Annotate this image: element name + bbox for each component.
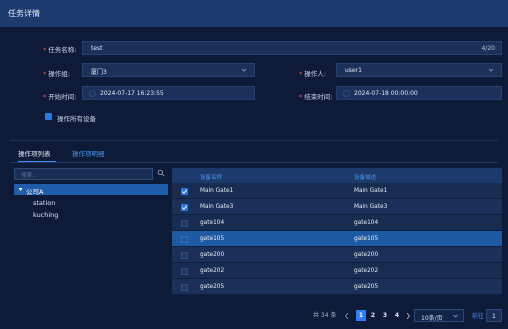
tree-node-station[interactable]: station xyxy=(33,199,55,207)
operator-label: * 操作人: xyxy=(299,70,326,78)
tab-operation-detail[interactable]: 操作项明细 xyxy=(72,148,105,158)
caret-down-icon[interactable] xyxy=(18,187,23,192)
table-row[interactable]: Main Gate1 Main Gate1 xyxy=(172,183,502,199)
goto-page-label: 前往 xyxy=(472,313,485,320)
section-divider xyxy=(10,140,498,141)
search-icon[interactable] xyxy=(157,169,165,177)
tree-node-kuching[interactable]: kuching xyxy=(33,211,58,219)
table-row[interactable]: gate105 gate105 xyxy=(172,231,502,247)
tree-node-company-a[interactable]: 公司A xyxy=(14,184,168,196)
pagination-total: 共 34 条 xyxy=(313,312,337,319)
column-header-device-desc: 设备描述 xyxy=(354,175,377,181)
start-time-label: * 开始时间: xyxy=(43,93,77,101)
row-checkbox[interactable] xyxy=(181,220,188,227)
operation-group-label: * 操作组: xyxy=(43,70,70,78)
next-page-icon[interactable] xyxy=(405,312,411,320)
page-button-4[interactable]: 4 xyxy=(393,310,401,321)
row-checkbox[interactable] xyxy=(181,188,188,195)
task-detail-dialog: 任务详情 * 任务名称: test 4/20 * 操作组: 厦门3 * 操作人: us… xyxy=(0,0,508,329)
page-button-2[interactable]: 2 xyxy=(369,310,377,321)
table-header: 设备名称 设备描述 xyxy=(172,168,502,183)
device-tree-panel: 搜索... 公司A station kuching xyxy=(10,163,168,323)
row-checkbox[interactable] xyxy=(181,284,188,291)
dialog-titlebar: 任务详情 xyxy=(0,0,508,27)
column-header-device-name: 设备名称 xyxy=(200,175,223,181)
table-row[interactable]: Main Gate3 Main Gate3 xyxy=(172,199,502,215)
table-row[interactable]: gate202 gate202 xyxy=(172,263,502,279)
device-table: 设备名称 设备描述 Main Gate1 Main Gate1 Main Gat… xyxy=(172,168,502,297)
operate-all-devices-checkbox[interactable] xyxy=(45,113,52,120)
row-checkbox[interactable] xyxy=(181,204,188,211)
row-checkbox[interactable] xyxy=(181,252,188,259)
dialog-title: 任务详情 xyxy=(8,9,40,18)
task-name-counter: 4/20 xyxy=(481,45,495,52)
start-time-picker[interactable]: 2024-07-17 16:23:55 xyxy=(82,86,255,100)
chevron-down-icon xyxy=(453,314,458,318)
clock-icon xyxy=(343,90,350,97)
end-time-label: * 结束时间: xyxy=(299,93,333,101)
page-button-1[interactable]: 1 xyxy=(356,310,366,321)
table-row[interactable]: gate205 gate205 xyxy=(172,279,502,295)
row-checkbox[interactable] xyxy=(181,236,188,243)
row-checkbox[interactable] xyxy=(181,268,188,275)
end-time-picker[interactable]: 2024-07-18 00:00:00 xyxy=(336,86,502,100)
tab-operation-list[interactable]: 操作项列表 xyxy=(18,148,51,158)
prev-page-icon[interactable] xyxy=(344,312,350,320)
operate-all-devices-label: 操作所有设备 xyxy=(57,115,96,123)
goto-page-input[interactable]: 1 xyxy=(486,309,502,322)
clock-icon xyxy=(89,90,96,97)
table-row[interactable]: gate104 gate104 xyxy=(172,215,502,231)
chevron-down-icon xyxy=(241,68,247,72)
page-size-select[interactable]: 10条/页 xyxy=(414,309,464,322)
task-name-label: * 任务名称: xyxy=(43,46,77,54)
table-row[interactable]: gate200 gate200 xyxy=(172,247,502,263)
task-name-input[interactable]: test 4/20 xyxy=(82,41,502,55)
chevron-down-icon xyxy=(488,68,494,72)
tree-search-input[interactable]: 搜索... xyxy=(14,168,153,180)
operation-group-select[interactable]: 厦门3 xyxy=(82,63,255,77)
page-button-3[interactable]: 3 xyxy=(381,310,389,321)
operator-select[interactable]: user1 xyxy=(336,63,502,77)
